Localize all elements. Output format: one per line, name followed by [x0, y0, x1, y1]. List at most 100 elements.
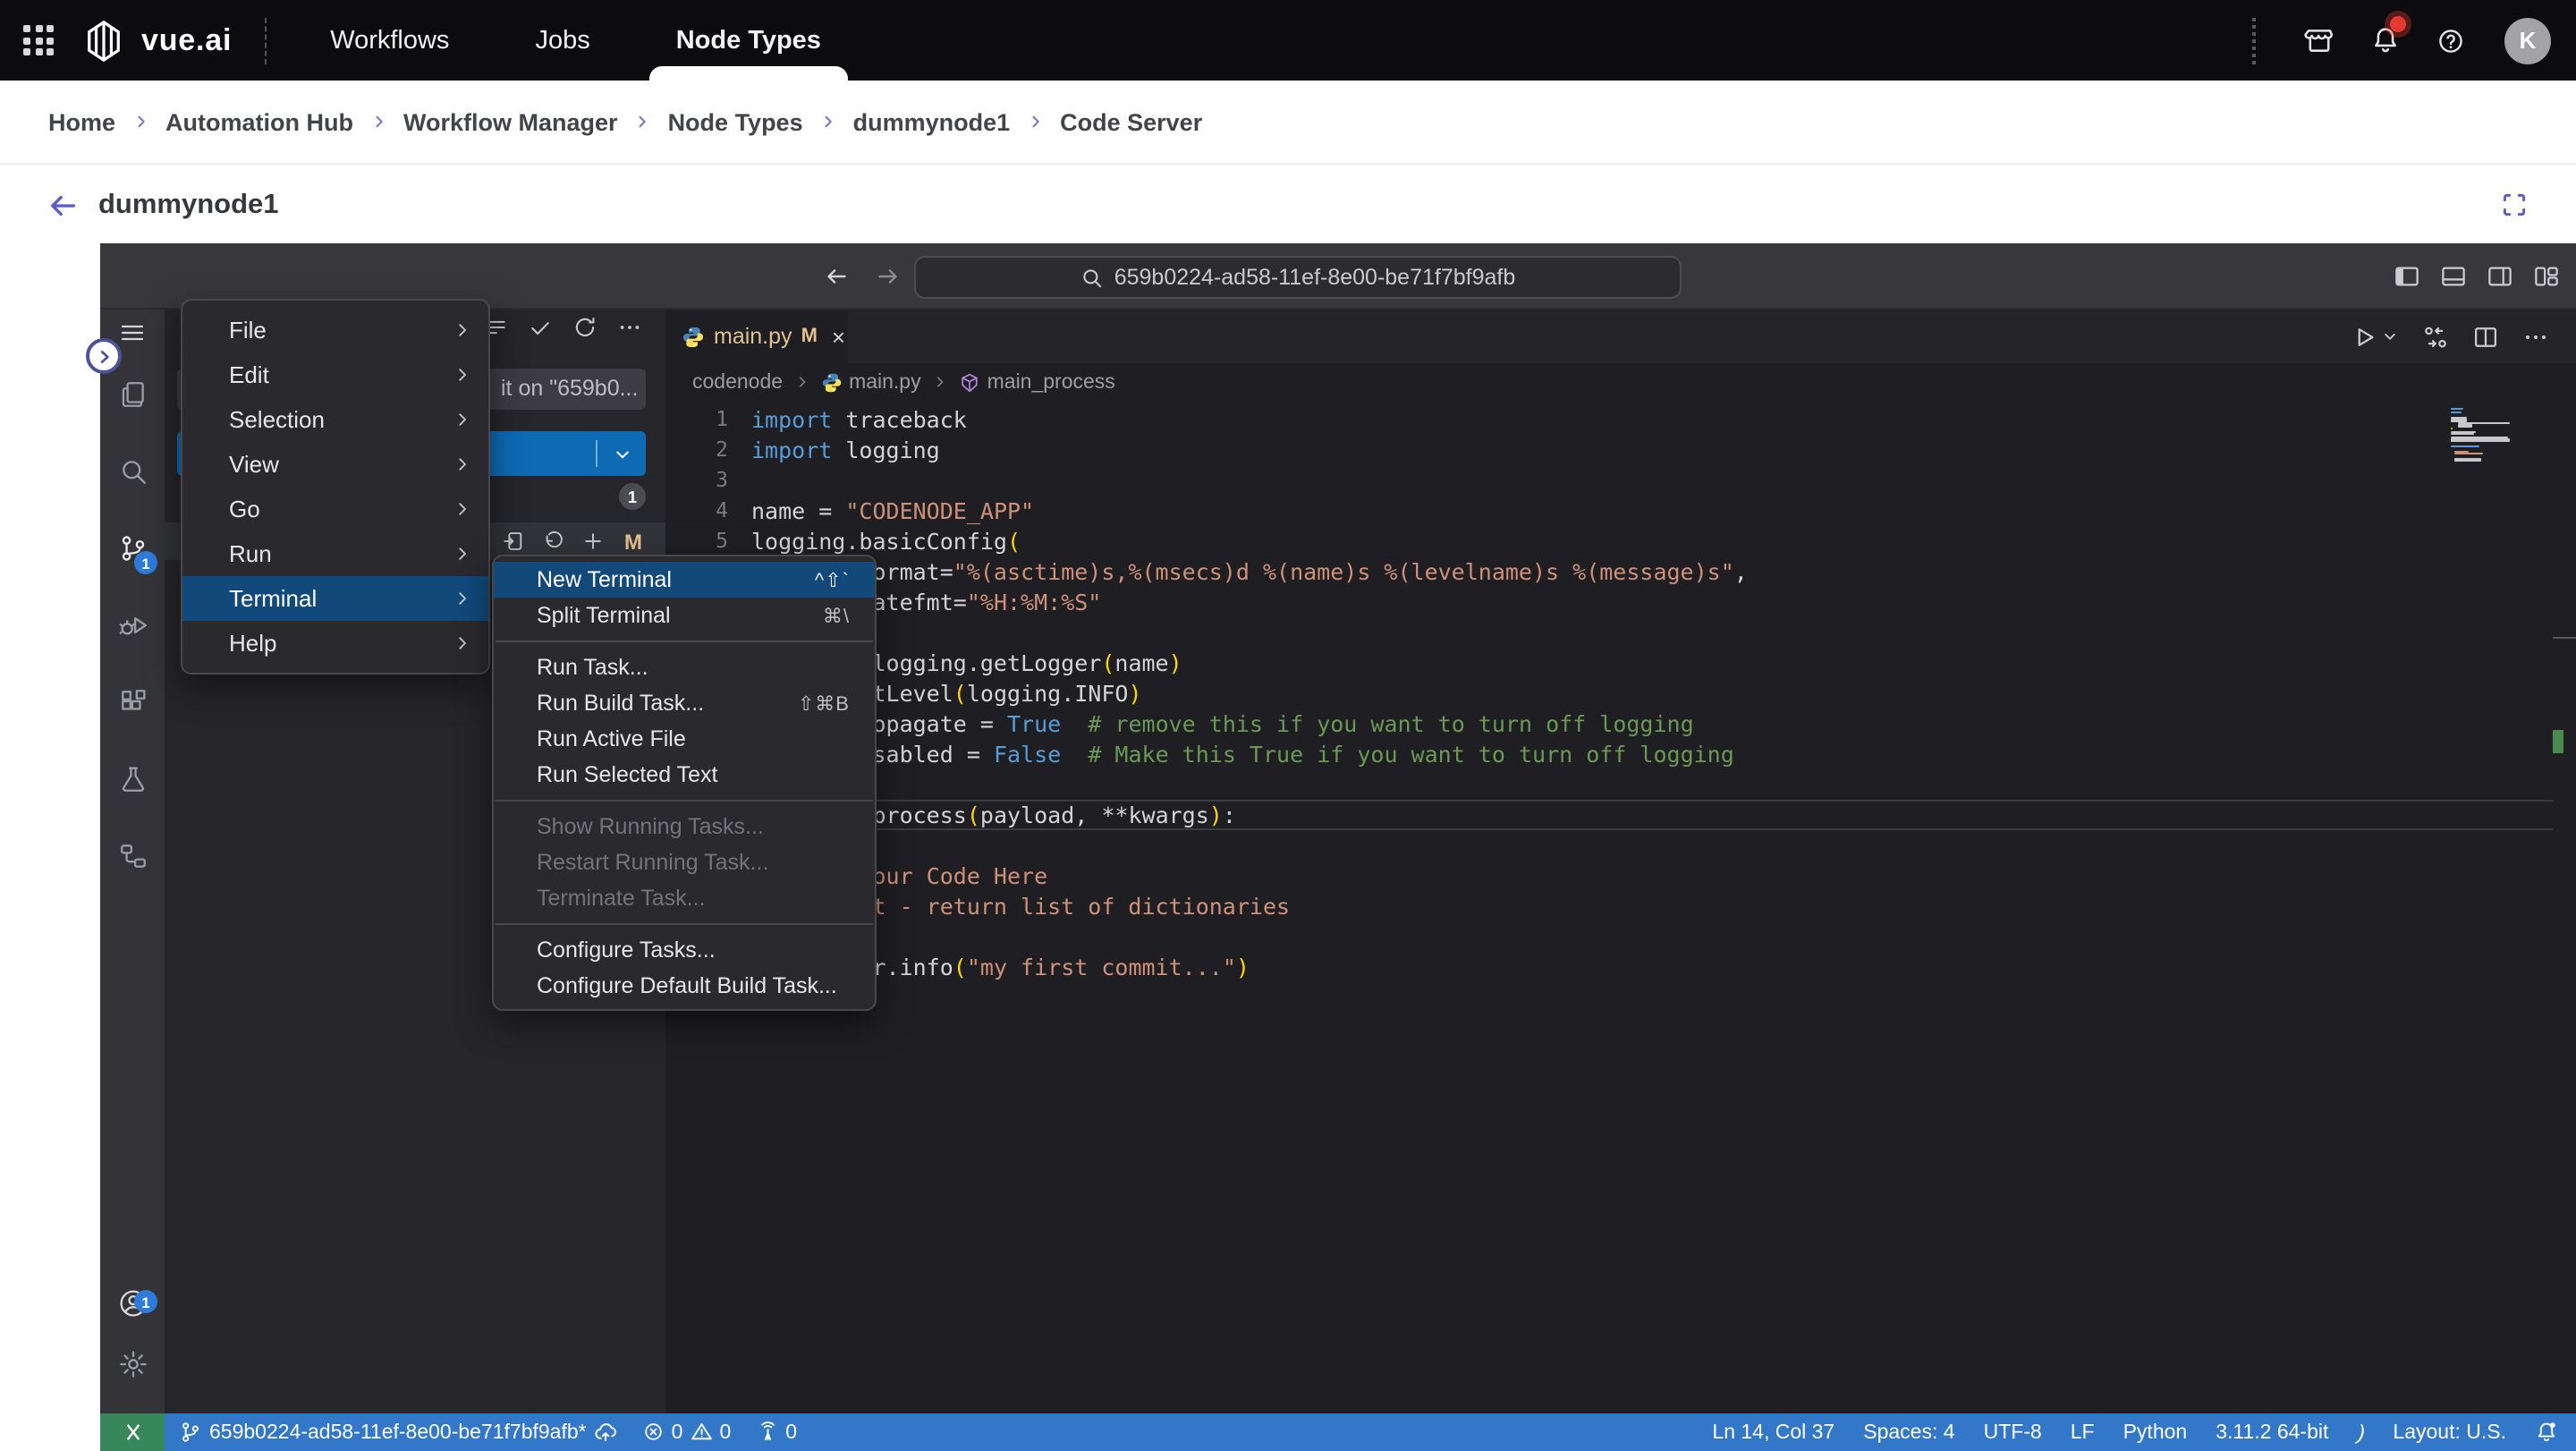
- nav-tab-node-types[interactable]: Node Types: [633, 0, 864, 81]
- split-editor-icon[interactable]: [2472, 323, 2499, 350]
- layout-sidebar-left-icon[interactable]: [2394, 262, 2420, 289]
- scm-action-discard-icon[interactable]: [542, 530, 565, 553]
- nav-tab-jobs[interactable]: Jobs: [492, 0, 632, 81]
- status-python-interpreter[interactable]: 3.11.2 64-bit: [2216, 1421, 2328, 1443]
- submenu-item-run-selected-text[interactable]: Run Selected Text: [494, 757, 875, 793]
- menu-item-run[interactable]: Run: [182, 531, 488, 576]
- open-changes-icon[interactable]: [2422, 323, 2449, 350]
- status-encoding[interactable]: UTF-8: [1984, 1421, 2042, 1443]
- breadcrumb-item[interactable]: Workflow Manager: [403, 108, 618, 135]
- code-line: 4 name = "CODENODE_APP": [665, 496, 2576, 526]
- menu-item-help[interactable]: Help: [182, 621, 488, 666]
- breadcrumb-item[interactable]: Automation Hub: [165, 108, 353, 135]
- breadcrumb-item[interactable]: Home: [48, 108, 115, 135]
- vueai-logo[interactable]: vue.ai: [80, 17, 232, 64]
- status-python-status-icon[interactable]: ): [2353, 1419, 2368, 1445]
- status-problems[interactable]: 00: [642, 1421, 731, 1444]
- editor-breadcrumb-item[interactable]: main.py: [820, 371, 921, 393]
- file-status-modified: M: [624, 529, 642, 554]
- code-text: format="%(asctime)s,%(msecs)d %(name)s %…: [859, 558, 1748, 585]
- editor-actions: [2351, 310, 2549, 363]
- status-ports[interactable]: 0: [756, 1421, 797, 1444]
- code-text: import logging: [751, 437, 940, 463]
- tab-main-py[interactable]: main.py M ×: [665, 310, 848, 363]
- breadcrumb: Home Automation Hub Workflow Manager Node T…: [0, 81, 2576, 165]
- activity-badge: 1: [134, 551, 157, 574]
- activity-search-icon[interactable]: [100, 433, 165, 510]
- application-menu: File Edit Selection View Go Run Terminal Help: [181, 299, 490, 675]
- activity-hierarchy-icon[interactable]: [100, 818, 165, 895]
- menu-item-go[interactable]: Go: [182, 487, 488, 531]
- fullscreen-icon[interactable]: [2499, 190, 2529, 220]
- run-python-file-button[interactable]: [2351, 323, 2399, 350]
- terminal-submenu: New Terminal ^⇧` Split Terminal ⌘\ Run Task.…: [492, 555, 877, 1011]
- breadcrumb-item[interactable]: Node Types: [668, 108, 803, 135]
- symbol-cube-icon: [959, 371, 980, 393]
- history-forward-icon[interactable]: [875, 262, 902, 289]
- command-center-search[interactable]: 659b0224-ad58-11ef-8e00-be71f7bf9afb: [914, 256, 1682, 299]
- status-cursor-position[interactable]: Ln 14, Col 37: [1712, 1421, 1835, 1443]
- menu-item-terminal[interactable]: Terminal: [182, 576, 488, 621]
- status-notifications-bell[interactable]: [2535, 1421, 2558, 1444]
- store-icon[interactable]: [2304, 25, 2334, 55]
- help-icon[interactable]: [2436, 26, 2465, 55]
- cloud-upload-icon: [594, 1421, 617, 1444]
- back-arrow-icon[interactable]: [47, 189, 79, 221]
- status-eol[interactable]: LF: [2071, 1421, 2095, 1443]
- apps-grid-icon[interactable]: [23, 25, 54, 55]
- editor-breadcrumb-item[interactable]: codenode: [692, 371, 783, 393]
- commit-dropdown-icon[interactable]: [597, 443, 646, 464]
- status-git-branch[interactable]: 659b0224-ad58-11ef-8e00-be71f7bf9afb*: [179, 1421, 617, 1444]
- shortcut-label: ⇧⌘B: [797, 693, 850, 715]
- activity-bar: 11: [100, 310, 165, 1413]
- submenu-item-run-active-file[interactable]: Run Active File: [494, 721, 875, 757]
- menu-item-selection[interactable]: Selection: [182, 397, 488, 442]
- submenu-item-run-task[interactable]: Run Task...: [494, 649, 875, 685]
- submenu-item-configure-default-build-task[interactable]: Configure Default Build Task...: [494, 968, 875, 1004]
- layout-sidebar-right-icon[interactable]: [2487, 262, 2513, 289]
- scm-refresh-icon[interactable]: [572, 315, 597, 340]
- breadcrumb-item[interactable]: Code Server: [1060, 108, 1202, 135]
- scm-commit-check-icon[interactable]: [528, 315, 553, 340]
- layout-panel-icon[interactable]: [2440, 262, 2467, 289]
- activity-settings-gear-icon[interactable]: [100, 1326, 165, 1403]
- activity-testing-beaker-icon[interactable]: [100, 741, 165, 818]
- submenu-item-new-terminal[interactable]: New Terminal ^⇧`: [494, 562, 875, 598]
- layout-customize-icon[interactable]: [2533, 262, 2560, 289]
- activity-run-debug-icon[interactable]: [100, 587, 165, 664]
- tab-close-icon[interactable]: ×: [832, 325, 845, 348]
- code-line: 19 logger.info("my first commit..."): [665, 952, 2576, 982]
- submenu-item-configure-tasks[interactable]: Configure Tasks...: [494, 932, 875, 968]
- breadcrumb-item[interactable]: dummynode1: [853, 108, 1011, 135]
- menu-item-edit[interactable]: Edit: [182, 352, 488, 397]
- submenu-item-split-terminal[interactable]: Split Terminal ⌘\: [494, 598, 875, 633]
- status-indentation[interactable]: Spaces: 4: [1863, 1421, 1954, 1443]
- activity-extensions-icon[interactable]: [100, 664, 165, 741]
- activity-accounts-icon[interactable]: 1: [100, 1279, 165, 1326]
- status-language-mode[interactable]: Python: [2123, 1421, 2188, 1443]
- menu-item-view[interactable]: View: [182, 442, 488, 487]
- history-back-icon[interactable]: [823, 262, 850, 289]
- submenu-chevron-icon: [453, 454, 472, 474]
- remote-indicator[interactable]: [100, 1413, 165, 1451]
- scm-action-goto-file-icon[interactable]: [503, 530, 526, 553]
- breadcrumb-chevron-icon: [369, 113, 387, 131]
- scm-action-add-icon[interactable]: [581, 530, 605, 553]
- more-icon[interactable]: [2522, 323, 2549, 350]
- editor-tab-bar: main.py M ×: [665, 310, 2576, 363]
- drawer-toggle-button[interactable]: [86, 338, 122, 374]
- avatar[interactable]: K: [2504, 17, 2551, 64]
- status-keyboard-layout[interactable]: Layout: U.S.: [2393, 1421, 2506, 1443]
- nav-tab-workflows[interactable]: Workflows: [287, 0, 492, 81]
- menu-item-file[interactable]: File: [182, 308, 488, 352]
- bell-icon[interactable]: [2370, 16, 2406, 55]
- code-line: 7 datefmt="%H:%M:%S": [665, 587, 2576, 617]
- editor-breadcrumb-item[interactable]: main_process: [959, 371, 1115, 393]
- minimap[interactable]: [2451, 408, 2526, 462]
- breadcrumb-chevron-icon: [819, 113, 837, 131]
- scm-more-icon[interactable]: [617, 315, 642, 340]
- line-number: 1: [716, 406, 728, 431]
- submenu-item-run-build-task[interactable]: Run Build Task... ⇧⌘B: [494, 685, 875, 721]
- activity-source-control-icon[interactable]: 1: [100, 510, 165, 587]
- code-area[interactable]: 1 import traceback 2 import logging 3 4 name =…: [665, 401, 2576, 1413]
